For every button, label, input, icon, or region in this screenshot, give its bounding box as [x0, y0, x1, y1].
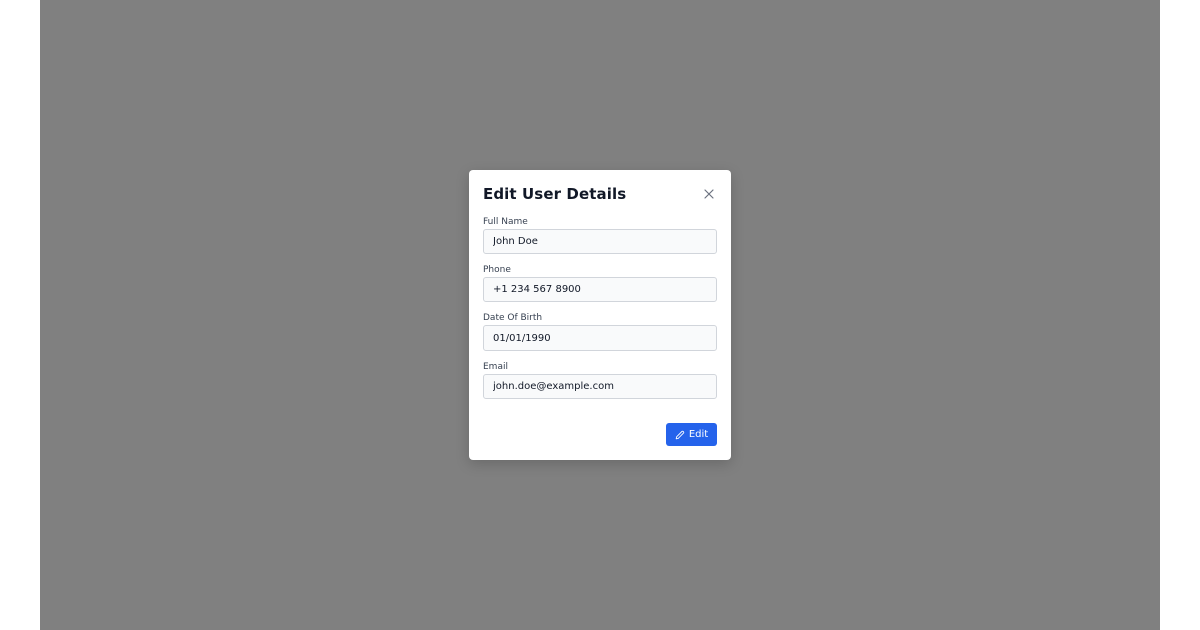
email-field: Email [483, 361, 717, 399]
phone-input[interactable] [483, 277, 717, 302]
dialog-header: Edit User Details [483, 184, 717, 208]
date-of-birth-field: Date Of Birth [483, 312, 717, 351]
full-name-field: Full Name [483, 216, 717, 254]
email-label: Email [483, 362, 508, 372]
edit-button[interactable]: Edit [666, 423, 717, 446]
email-input[interactable] [483, 374, 717, 399]
close-button[interactable] [701, 186, 717, 202]
date-of-birth-input[interactable] [483, 325, 717, 351]
phone-label: Phone [483, 265, 511, 275]
edit-button-label: Edit [688, 429, 709, 440]
edit-user-dialog: Edit User Details Full Name Phone Date O… [469, 170, 731, 460]
dialog-title: Edit User Details [483, 185, 627, 203]
date-of-birth-label: Date Of Birth [483, 313, 543, 323]
phone-field: Phone [483, 264, 717, 302]
full-name-input[interactable] [483, 229, 717, 254]
close-icon [701, 186, 717, 202]
full-name-label: Full Name [483, 217, 528, 227]
pencil-icon [675, 430, 685, 440]
